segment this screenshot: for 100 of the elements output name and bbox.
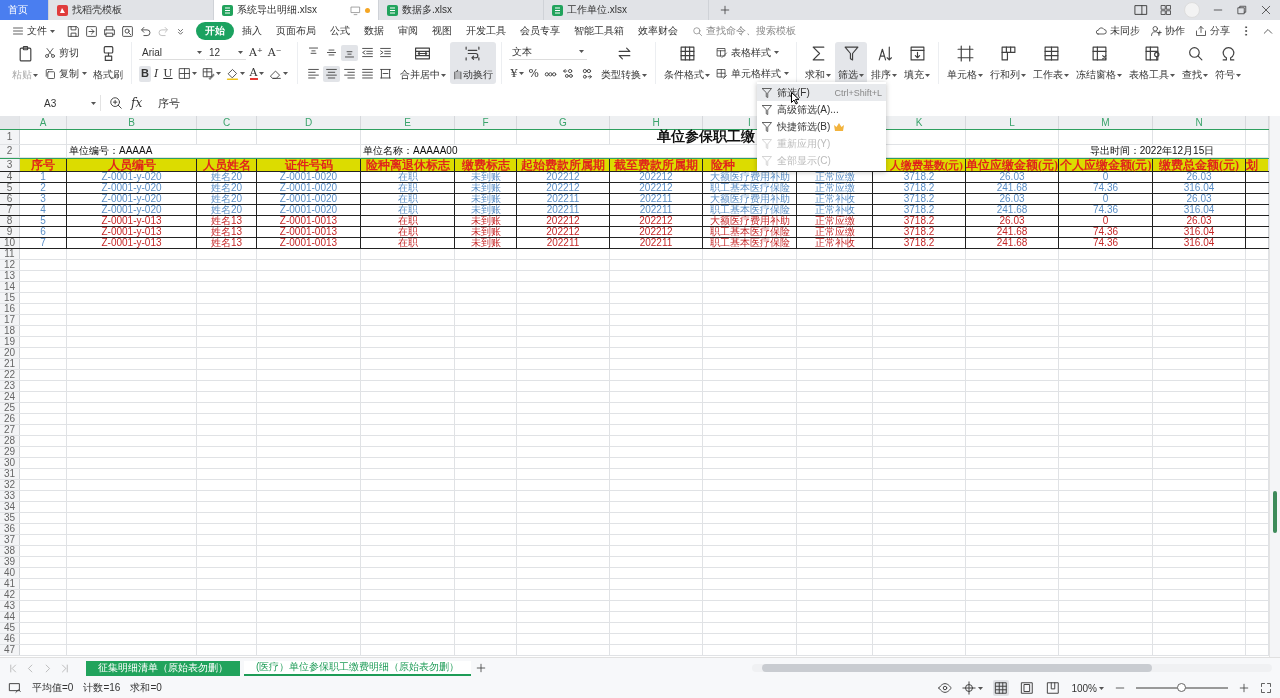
format-button[interactable]: A⁺ xyxy=(247,44,265,61)
format-button[interactable]: I xyxy=(151,65,161,82)
row-header[interactable]: 41 xyxy=(0,579,20,589)
format-button[interactable]: A xyxy=(247,65,266,82)
row-header[interactable]: 19 xyxy=(0,337,20,347)
menu-tab[interactable]: 开始 xyxy=(196,22,234,40)
ribbon-button[interactable]: 条件格式 xyxy=(661,42,713,84)
row-header[interactable]: 44 xyxy=(0,612,20,622)
ribbon-button[interactable]: 单元格样式 xyxy=(714,65,791,82)
sheet-tab[interactable]: (医疗）单位参保职工缴费明细（原始表勿删） xyxy=(244,660,472,676)
row-header[interactable]: 25 xyxy=(0,403,20,413)
ribbon-button[interactable]: 填充 xyxy=(901,42,933,84)
menu-tab[interactable]: 会员专享 xyxy=(514,22,566,40)
ribbon-button[interactable]: 单元格 xyxy=(944,42,986,84)
row-header[interactable]: 23 xyxy=(0,381,20,391)
window-tab[interactable]: 数据多.xlsx xyxy=(379,0,544,20)
name-box[interactable]: A3 xyxy=(6,95,101,111)
ribbon-button[interactable]: 工作表 xyxy=(1030,42,1072,84)
column-header[interactable]: M xyxy=(1059,116,1153,129)
row-header[interactable]: 20 xyxy=(0,348,20,358)
row-header[interactable]: 31 xyxy=(0,469,20,479)
ribbon-button[interactable]: 求和 xyxy=(802,42,834,84)
window-tab[interactable]: 系统导出明细.xlsx xyxy=(214,0,379,20)
row-header[interactable]: 6 xyxy=(0,194,20,204)
row-header[interactable]: 16 xyxy=(0,304,20,314)
row-header[interactable]: 33 xyxy=(0,491,20,501)
row-header[interactable]: 11 xyxy=(0,249,20,259)
ribbon-button[interactable]: 符号 xyxy=(1212,42,1244,84)
ribbon-button[interactable]: 排序 xyxy=(868,42,900,84)
row-header[interactable]: 47 xyxy=(0,645,20,655)
row-header[interactable]: 39 xyxy=(0,557,20,567)
ribbon-button[interactable]: 冻结窗格 xyxy=(1073,42,1125,84)
menu-tab[interactable]: 效率财会 xyxy=(632,22,684,40)
window-tab[interactable]: 工作单位.xlsx xyxy=(544,0,709,20)
row-header[interactable]: 45 xyxy=(0,623,20,633)
ribbon-button[interactable]: 行和列 xyxy=(987,42,1029,84)
format-button[interactable]: U xyxy=(161,65,175,82)
row-header[interactable]: 5 xyxy=(0,183,20,193)
dropdown-field[interactable]: 12 xyxy=(206,45,246,60)
row-header[interactable]: 36 xyxy=(0,524,20,534)
row-header[interactable]: 46 xyxy=(0,634,20,644)
row-header[interactable]: 2 xyxy=(0,145,20,157)
file-menu[interactable]: 文件 xyxy=(6,22,61,40)
ribbon-button[interactable]: 类型转换 xyxy=(598,42,650,84)
ribbon-button[interactable]: 表格样式 xyxy=(714,44,791,61)
formula-field[interactable]: 序号 xyxy=(150,95,181,111)
row-header[interactable]: 37 xyxy=(0,535,20,545)
search-field[interactable]: 查找命令、搜索模板 xyxy=(692,24,796,38)
dropdown-field[interactable]: 文本 xyxy=(508,44,587,60)
menu-action[interactable]: 协作 xyxy=(1150,24,1185,38)
row-header[interactable]: 28 xyxy=(0,436,20,446)
view-button[interactable] xyxy=(993,680,1010,696)
view-button[interactable] xyxy=(1019,680,1036,696)
row-header[interactable]: 15 xyxy=(0,293,20,303)
vertical-scrollbar[interactable] xyxy=(1269,116,1280,657)
row-header[interactable]: 3 xyxy=(0,159,20,171)
row-header[interactable]: 10 xyxy=(0,238,20,248)
menu-action[interactable]: 分享 xyxy=(1195,24,1230,38)
toolbar-button[interactable] xyxy=(322,65,340,82)
ribbon-button[interactable]: 合并居中 xyxy=(396,42,449,84)
row-header[interactable]: 30 xyxy=(0,458,20,468)
row-header[interactable]: 12 xyxy=(0,260,20,270)
window-tab[interactable]: 首页 xyxy=(0,0,49,20)
row-header[interactable]: 8 xyxy=(0,216,20,226)
ribbon-button[interactable]: 查找 xyxy=(1179,42,1211,84)
row-header[interactable]: 17 xyxy=(0,315,20,325)
ribbon-button[interactable]: 自动换行 xyxy=(449,42,496,84)
sheet-tab[interactable]: 征集明细清单（原始表勿删） xyxy=(86,660,240,676)
row-header[interactable]: 18 xyxy=(0,326,20,336)
menu-item[interactable]: 高级筛选(A)... xyxy=(757,101,886,118)
row-header[interactable]: 29 xyxy=(0,447,20,457)
row-header[interactable]: 32 xyxy=(0,480,20,490)
row-header[interactable]: 42 xyxy=(0,590,20,600)
row-header[interactable]: 13 xyxy=(0,271,20,281)
menu-tab[interactable]: 页面布局 xyxy=(270,22,322,40)
menu-tab[interactable]: 数据 xyxy=(358,22,390,40)
menu-tab[interactable]: 智能工具箱 xyxy=(568,22,630,40)
ribbon-button[interactable]: 筛选 xyxy=(835,42,867,84)
row-header[interactable]: 1 xyxy=(0,130,20,144)
ribbon-button[interactable]: 剪切 xyxy=(42,44,89,61)
column-header[interactable]: N xyxy=(1153,116,1246,129)
row-header[interactable]: 22 xyxy=(0,370,20,380)
row-header[interactable]: 21 xyxy=(0,359,20,369)
row-header[interactable]: 26 xyxy=(0,414,20,424)
column-header[interactable]: C xyxy=(197,116,257,129)
format-button[interactable]: B xyxy=(139,65,151,82)
row-header[interactable]: 7 xyxy=(0,205,20,215)
row-header[interactable]: 9 xyxy=(0,227,20,237)
format-button[interactable]: % xyxy=(526,65,541,82)
row-header[interactable]: 24 xyxy=(0,392,20,402)
row-header[interactable]: 14 xyxy=(0,282,20,292)
menu-tab[interactable]: 审阅 xyxy=(392,22,424,40)
menu-tab[interactable]: 插入 xyxy=(236,22,268,40)
row-header[interactable]: 38 xyxy=(0,546,20,556)
row-header[interactable]: 40 xyxy=(0,568,20,578)
ribbon-button[interactable]: 表格工具 xyxy=(1126,42,1178,84)
row-header[interactable]: 27 xyxy=(0,425,20,435)
dropdown-field[interactable]: Arial xyxy=(139,45,205,60)
function-label[interactable]: fx xyxy=(131,96,143,110)
zoom-level[interactable]: 100% xyxy=(1071,682,1104,694)
